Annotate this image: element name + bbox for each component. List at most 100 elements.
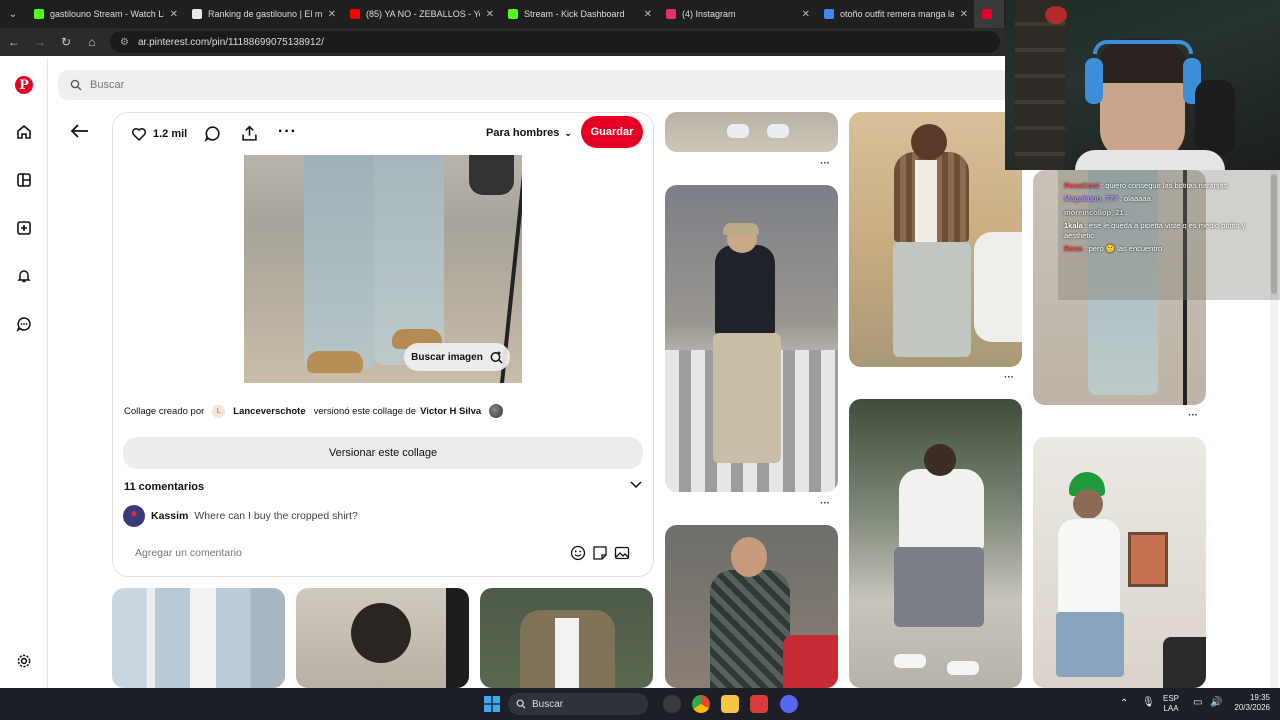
messages-icon[interactable] bbox=[14, 314, 34, 334]
pin-figure bbox=[1163, 637, 1206, 688]
discord-app-icon[interactable] bbox=[780, 695, 798, 713]
grid-pin[interactable] bbox=[112, 588, 285, 688]
tab-title: gastilouno Stream - Watch Live bbox=[50, 9, 164, 19]
browser-tab[interactable]: (85) YA NO - ZEBALLOS - YouTube ✕ bbox=[342, 0, 500, 28]
streamer-shirt bbox=[1075, 150, 1225, 170]
comment-author[interactable]: Kassim bbox=[151, 510, 188, 522]
grid-pin[interactable] bbox=[1033, 437, 1206, 688]
commenter-avatar[interactable] bbox=[123, 505, 145, 527]
mic-tray-icon[interactable]: 🎙 bbox=[1142, 697, 1155, 709]
grid-pin[interactable] bbox=[665, 185, 838, 492]
chat-text: pero 🙂 las encuentro bbox=[1088, 243, 1163, 253]
tray-chevron-icon[interactable]: ⌃ bbox=[1120, 698, 1128, 710]
tab-favicon-icon bbox=[982, 9, 992, 19]
tab-close-icon[interactable]: ✕ bbox=[486, 9, 494, 20]
image-upload-icon[interactable] bbox=[614, 545, 630, 561]
back-nav-icon[interactable]: ← bbox=[2, 30, 26, 54]
pin-figure bbox=[974, 232, 1022, 342]
comment-bubble-icon[interactable] bbox=[204, 125, 221, 147]
file-explorer-icon[interactable] bbox=[721, 695, 739, 713]
pin-more-icon[interactable]: ··· bbox=[1188, 410, 1198, 421]
chat-separator: : bbox=[1123, 207, 1128, 217]
browser-tab[interactable]: (4) Instagram ✕ bbox=[658, 0, 816, 28]
board-dropdown[interactable]: Para hombres ⌄ bbox=[486, 127, 572, 139]
browser-tab[interactable]: gastilouno Stream - Watch Live ✕ bbox=[26, 0, 184, 28]
close-pin-arrow-icon[interactable] bbox=[70, 123, 90, 144]
remix-collage-button[interactable]: Versionar este collage bbox=[123, 437, 643, 469]
home-icon[interactable] bbox=[14, 122, 34, 142]
original-creator-link[interactable]: Victor H Silva bbox=[420, 406, 481, 417]
add-comment-input[interactable]: Agregar un comentario bbox=[123, 540, 643, 566]
comments-chevron-icon[interactable] bbox=[630, 480, 642, 492]
pin-figure bbox=[899, 469, 984, 549]
lang-sub: LAA bbox=[1163, 703, 1179, 713]
like-button[interactable]: 1.2 mil bbox=[131, 126, 187, 142]
reload-icon[interactable]: ↻ bbox=[54, 30, 78, 54]
chat-username: 1kala bbox=[1064, 221, 1083, 231]
comments-header[interactable]: 11 comentarios bbox=[124, 481, 204, 493]
taskbar-search[interactable]: Buscar bbox=[508, 693, 648, 715]
create-icon[interactable] bbox=[14, 218, 34, 238]
browser-tab[interactable]: Pi bbox=[974, 0, 1004, 28]
notifications-bell-icon[interactable] bbox=[14, 266, 34, 286]
chat-text: ese le queda a pipetta viste q es medio … bbox=[1064, 221, 1246, 240]
network-icon[interactable]: ▭ bbox=[1193, 697, 1202, 709]
home-icon[interactable]: ⌂ bbox=[80, 30, 104, 54]
pin-figure bbox=[731, 537, 767, 577]
pin-figure bbox=[767, 124, 789, 138]
tab-title: Stream - Kick Dashboard bbox=[524, 9, 625, 19]
forward-nav-icon[interactable]: → bbox=[28, 30, 52, 54]
obs-app-icon[interactable] bbox=[663, 695, 681, 713]
grid-pin[interactable] bbox=[296, 588, 469, 688]
share-icon[interactable] bbox=[241, 125, 258, 147]
tab-close-icon[interactable]: ✕ bbox=[802, 9, 810, 20]
creator-avatar[interactable]: L bbox=[212, 404, 226, 418]
grid-pin[interactable] bbox=[849, 399, 1022, 688]
volume-icon[interactable]: 🔊 bbox=[1210, 697, 1222, 709]
save-button[interactable]: Guardar bbox=[581, 116, 643, 148]
tab-strip: gastilouno Stream - Watch Live ✕ Ranking d… bbox=[26, 0, 1004, 28]
sticker-icon[interactable] bbox=[592, 545, 608, 561]
clock[interactable]: 19:35 20/3/2026 bbox=[1228, 693, 1270, 712]
grid-pin[interactable] bbox=[849, 112, 1022, 367]
chrome-app-icon[interactable] bbox=[692, 695, 710, 713]
url-field[interactable]: ⚙ ar.pinterest.com/pin/11188699075138912… bbox=[110, 31, 1000, 53]
heart-icon bbox=[131, 127, 147, 142]
tab-close-icon[interactable]: ✕ bbox=[960, 9, 968, 20]
pin-more-icon[interactable]: ··· bbox=[820, 158, 830, 169]
board-dropdown-label: Para hombres bbox=[486, 127, 560, 139]
lang-code: ESP bbox=[1163, 694, 1180, 703]
language-indicator[interactable]: ESP LAA bbox=[1163, 694, 1179, 713]
more-options-icon[interactable]: ··· bbox=[278, 123, 297, 141]
start-windows-icon[interactable] bbox=[484, 696, 500, 717]
grid-pin[interactable] bbox=[665, 525, 838, 688]
pin-more-icon[interactable]: ··· bbox=[1004, 372, 1014, 383]
grid-pin[interactable] bbox=[480, 588, 653, 688]
pin-more-icon[interactable]: ··· bbox=[820, 498, 830, 509]
visual-search-button[interactable]: Buscar imagen bbox=[404, 343, 510, 371]
tab-close-icon[interactable]: ✕ bbox=[328, 9, 336, 20]
search-input[interactable]: Buscar bbox=[58, 70, 1018, 100]
site-info-icon[interactable]: ⚙ bbox=[120, 37, 132, 48]
tab-close-icon[interactable]: ✕ bbox=[644, 9, 652, 20]
tab-close-icon[interactable]: ✕ bbox=[170, 9, 178, 20]
tab-search-menu-icon[interactable]: ⌄ bbox=[0, 0, 26, 28]
browser-tab[interactable]: Ranking de gastilouno | El mejor ✕ bbox=[184, 0, 342, 28]
pin-image[interactable]: Buscar imagen bbox=[244, 155, 522, 383]
explore-icon[interactable] bbox=[14, 170, 34, 190]
settings-gear-icon[interactable] bbox=[14, 651, 34, 671]
headset-band bbox=[1093, 40, 1193, 54]
credit-prefix: Collage creado por bbox=[124, 405, 205, 417]
creator-link[interactable]: Lanceverschote bbox=[233, 406, 305, 417]
visual-search-label: Buscar imagen bbox=[411, 351, 483, 363]
emoji-icon[interactable] bbox=[570, 545, 586, 561]
task-manager-app-icon[interactable] bbox=[750, 695, 768, 713]
grid-pin[interactable] bbox=[665, 112, 838, 152]
browser-tab[interactable]: otoño outfit remera manga larga ✕ bbox=[816, 0, 974, 28]
original-creator-avatar[interactable] bbox=[489, 404, 504, 418]
tab-title: (85) YA NO - ZEBALLOS - YouTube bbox=[366, 9, 480, 19]
pinterest-logo-icon[interactable]: P bbox=[15, 76, 33, 94]
chat-username: RosaCool bbox=[1064, 181, 1100, 190]
pin-figure bbox=[911, 124, 947, 160]
browser-tab[interactable]: Stream - Kick Dashboard ✕ bbox=[500, 0, 658, 28]
